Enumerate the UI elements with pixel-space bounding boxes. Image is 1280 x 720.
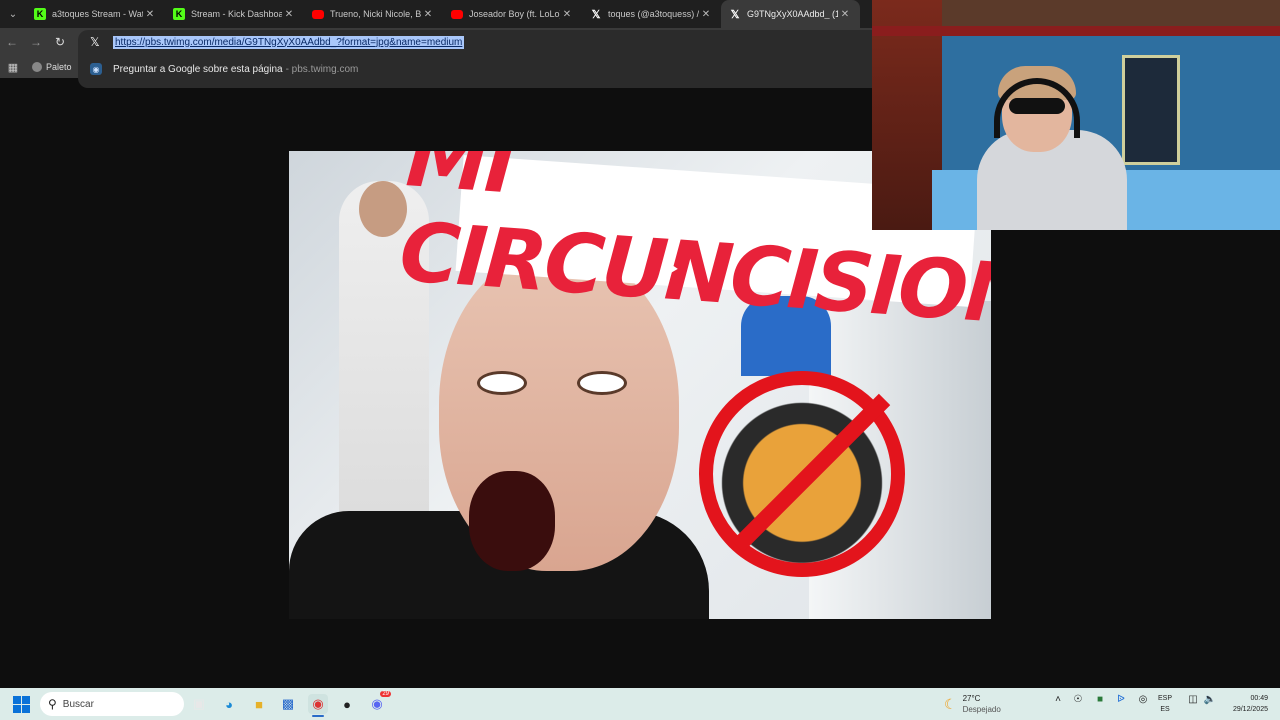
bookmark-item[interactable]: Paleto — [32, 62, 72, 72]
lang-layout: ES — [1160, 706, 1170, 713]
volume-icon[interactable]: 🔈 — [1202, 694, 1218, 705]
close-icon[interactable]: ✕ — [838, 9, 852, 20]
tab-0[interactable]: K a3toques Stream - Watch ✕ — [26, 0, 165, 28]
bookmark-label: Paleto — [46, 62, 72, 72]
taskbar-search[interactable]: ⚲ Buscar — [40, 692, 184, 716]
security-icon[interactable]: ☉ — [1070, 694, 1086, 705]
prohibited-helmet-icon — [699, 371, 905, 577]
chrome-icon[interactable]: ◉ — [308, 694, 328, 717]
omnibox-suggestion[interactable]: ◉ Preguntar a Google sobre esta página -… — [90, 63, 358, 75]
weather-temp: 27°C — [962, 694, 981, 703]
kick-icon: K — [173, 8, 185, 20]
kick-icon: K — [34, 8, 46, 20]
nurse-head — [359, 181, 407, 237]
tab-title: G9TNgXyX0AAdbd_ (117̇ — [747, 9, 838, 19]
search-icon: ⚲ — [48, 697, 57, 711]
edge-icon[interactable]: ◕ — [219, 694, 239, 714]
tab-2[interactable]: Trueno, Nicki Nicole, Bizar ✕ — [304, 0, 443, 28]
apps-grid-icon[interactable]: ▦ — [0, 61, 26, 74]
tab-strip: ⌄ K a3toques Stream - Watch ✕ K Stream -… — [0, 0, 872, 28]
shelf — [872, 26, 1280, 36]
obs-icon[interactable]: ● — [337, 694, 357, 714]
network-icon[interactable]: ◫ — [1185, 694, 1201, 705]
tab-1[interactable]: K Stream - Kick Dashboard ✕ — [165, 0, 304, 28]
system-clock[interactable]: 00:49 29/12/2025 — [1222, 693, 1268, 715]
tab-4[interactable]: 𝕏 toques (@a3toquess) / X ✕ — [582, 0, 721, 28]
lens-icon: ◉ — [90, 63, 102, 75]
discord-badge: 29 — [380, 691, 391, 697]
close-icon[interactable]: ✕ — [282, 9, 296, 20]
lang-code: ESP — [1158, 695, 1173, 702]
search-placeholder: Buscar — [62, 698, 94, 710]
app-tray-icon[interactable]: ■ — [1092, 694, 1108, 705]
tab-title: a3toques Stream - Watch — [52, 9, 143, 19]
chevron-up-icon[interactable]: ˄ — [1050, 694, 1066, 705]
tab-5-active[interactable]: 𝕏 G9TNgXyX0AAdbd_ (117̇ ✕ — [721, 0, 860, 28]
x-icon: 𝕏 — [90, 35, 100, 49]
moon-icon: ☾ — [944, 695, 957, 712]
file-explorer-icon[interactable]: ■ — [249, 694, 269, 714]
microphone-icon[interactable]: ◎ — [1135, 694, 1151, 705]
forward-icon[interactable]: → — [24, 30, 48, 54]
x-icon: 𝕏 — [730, 8, 740, 21]
suggestion-text: Preguntar a Google sobre esta página — [113, 63, 283, 75]
windows-logo-icon — [12, 695, 30, 713]
weather-widget[interactable]: ☾ 27°C Despejado — [944, 693, 1001, 715]
url-text[interactable]: https://pbs.twimg.com/media/G9TNgXyX0AAd… — [113, 35, 465, 49]
tab-title: Stream - Kick Dashboard — [191, 9, 282, 19]
back-icon[interactable]: ← — [0, 30, 24, 54]
webcam-overlay — [872, 0, 1280, 230]
youtube-icon — [451, 9, 463, 19]
reload-icon[interactable]: ↻ — [48, 30, 72, 54]
close-icon[interactable]: ✕ — [143, 9, 157, 20]
tab-title: Trueno, Nicki Nicole, Bizar — [330, 9, 421, 19]
suggestion-domain: - pbs.twimg.com — [285, 63, 359, 75]
youtube-icon — [312, 9, 324, 19]
close-icon[interactable]: ✕ — [560, 9, 574, 20]
eye-right — [577, 371, 627, 395]
tab-search-button[interactable]: ⌄ — [0, 0, 26, 28]
eye-left — [477, 371, 527, 395]
x-icon: 𝕏 — [591, 8, 601, 21]
weather-desc: Despejado — [962, 705, 1001, 714]
close-icon[interactable]: ✕ — [421, 9, 435, 20]
globe-icon — [32, 62, 42, 72]
bookmarks-bar: ▦ Paleto — [0, 56, 78, 78]
tab-title: Joseador Boy (ft. LoLo) - Y — [469, 9, 560, 19]
open-mouth — [469, 471, 555, 571]
discord-icon[interactable]: ◉ 29 — [367, 691, 391, 714]
address-bar[interactable]: 𝕏 https://pbs.twimg.com/media/G9TNgXyX0A… — [90, 34, 465, 50]
language-indicator[interactable]: ESP ES — [1158, 693, 1172, 715]
tab-title: toques (@a3toquess) / X — [608, 9, 699, 19]
prohibited-bar — [731, 393, 891, 553]
poster — [1122, 55, 1180, 165]
start-button[interactable] — [0, 688, 42, 720]
clock-time: 00:49 — [1250, 695, 1268, 702]
close-icon[interactable]: ✕ — [699, 9, 713, 20]
clock-date: 29/12/2025 — [1232, 706, 1268, 713]
task-view-icon[interactable]: ▣ — [189, 694, 209, 714]
tab-3[interactable]: Joseador Boy (ft. LoLo) - Y ✕ — [443, 0, 582, 28]
bluetooth-icon[interactable]: ᐉ — [1113, 694, 1129, 705]
store-icon[interactable]: ▩ — [278, 694, 298, 714]
